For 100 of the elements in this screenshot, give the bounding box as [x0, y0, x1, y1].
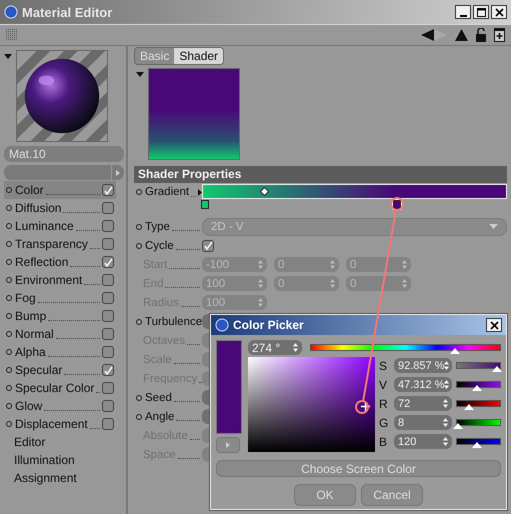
menu-arrow-icon[interactable] [4, 54, 12, 59]
number-field[interactable]: 8 [394, 415, 452, 430]
channel-label[interactable]: Transparency [15, 237, 88, 251]
window-title: Material Editor [22, 4, 114, 20]
close-button[interactable] [486, 318, 502, 332]
spinner-arrows-icon[interactable] [444, 361, 450, 370]
channel-label[interactable]: Bump [15, 309, 46, 323]
new-window-icon[interactable] [494, 28, 505, 42]
channel-label[interactable]: Displacement [15, 417, 88, 431]
checkbox[interactable] [102, 310, 114, 322]
dialog-title: Color Picker [233, 318, 305, 332]
bullet-icon [136, 224, 142, 230]
maximize-button[interactable] [473, 5, 489, 19]
channel-label[interactable]: Environment [15, 273, 82, 287]
spinner-arrows-icon[interactable] [444, 380, 450, 389]
color-knot[interactable] [393, 200, 402, 209]
section-header: Shader Properties [134, 166, 507, 183]
channel-label[interactable]: Alpha [15, 345, 46, 359]
bullet-icon [6, 367, 12, 373]
tab[interactable]: Basic [135, 48, 174, 64]
arrow-icon [116, 170, 120, 176]
close-button[interactable] [491, 5, 507, 19]
param-label: Turbulence [145, 316, 202, 328]
checkbox[interactable] [102, 220, 114, 232]
channel-slider[interactable] [456, 400, 501, 407]
dialog-button[interactable]: OK [294, 484, 356, 506]
channel-slider[interactable] [456, 381, 501, 388]
spinner-arrows-icon[interactable] [293, 343, 298, 352]
slider-thumb[interactable] [464, 404, 474, 410]
checkbox[interactable] [102, 328, 114, 340]
channel-label[interactable]: Luminance [15, 219, 74, 233]
checkbox[interactable] [102, 202, 114, 214]
bullet-icon [6, 331, 12, 337]
bullet-icon [136, 414, 142, 420]
channel-slider[interactable] [456, 419, 501, 426]
bullet-icon [6, 295, 12, 301]
dialog-button[interactable]: Cancel [361, 484, 423, 506]
crosshair-icon[interactable] [361, 402, 370, 412]
tab[interactable]: Shader [174, 48, 224, 64]
slider-thumb[interactable] [453, 423, 464, 429]
number-field[interactable]: 92.857 % [394, 358, 452, 373]
checkbox[interactable] [102, 274, 114, 286]
bullet-icon [6, 277, 12, 283]
channel-label[interactable]: Specular [15, 363, 62, 377]
checkbox[interactable] [102, 364, 114, 376]
checkbox[interactable] [102, 292, 114, 304]
number-field[interactable]: 72 [394, 396, 452, 411]
bullet-icon [6, 223, 12, 229]
caret-icon [489, 224, 498, 229]
checkbox[interactable] [102, 400, 114, 412]
slider-thumb[interactable] [472, 442, 482, 448]
checkbox[interactable] [102, 382, 114, 394]
back-arrow-icon[interactable] [421, 29, 434, 41]
material-name-field[interactable]: Mat.10 [4, 146, 124, 162]
param-label: Cycle [145, 240, 174, 252]
checkbox[interactable] [102, 256, 114, 268]
spinner-arrows-icon[interactable] [443, 437, 448, 446]
spinner-arrows-icon[interactable] [443, 418, 448, 427]
saturation-value-square[interactable] [248, 357, 375, 452]
param-label: Angle [145, 410, 174, 422]
channel-label[interactable]: Reflection [15, 255, 68, 269]
number-field[interactable]: 47.312 % [394, 377, 452, 392]
spinner-arrows-icon[interactable] [443, 399, 448, 408]
padlock-icon[interactable] [476, 28, 486, 42]
checkbox[interactable] [102, 418, 114, 430]
channel-label[interactable]: Editor [14, 435, 46, 449]
channel-label[interactable]: Diffusion [15, 201, 62, 215]
channel-label[interactable]: Specular Color [15, 381, 94, 395]
checkbox[interactable] [202, 240, 214, 252]
checkbox[interactable] [102, 184, 114, 196]
channel-label[interactable]: Fog [15, 291, 36, 305]
channel-label[interactable]: Illumination [14, 453, 75, 467]
arrow-icon [226, 442, 230, 448]
number-field[interactable]: 120 [394, 434, 452, 449]
hue-slider[interactable] [310, 344, 501, 351]
gradient-bar[interactable] [202, 184, 507, 199]
dropdown-value: 2D - V [211, 220, 244, 232]
channel-label: S [379, 358, 388, 372]
bullet-icon [136, 394, 142, 400]
slider-thumb[interactable] [492, 366, 502, 372]
hue-field[interactable]: 274 ° [248, 340, 302, 355]
channel-slider[interactable] [456, 438, 501, 445]
color-knot[interactable] [201, 200, 209, 209]
expand-button[interactable] [216, 437, 240, 453]
choose-screen-color-button[interactable]: Choose Screen Color [216, 460, 501, 477]
slider-thumb[interactable] [472, 385, 482, 391]
channel-label[interactable]: Normal [15, 327, 54, 341]
grip-icon[interactable] [6, 29, 18, 41]
checkbox[interactable] [102, 238, 114, 250]
minimize-button[interactable] [455, 5, 471, 19]
up-arrow-icon[interactable] [455, 29, 468, 41]
expand-arrow-icon[interactable] [198, 188, 202, 196]
midpoint-handle[interactable] [260, 187, 269, 196]
channel-slider[interactable] [456, 362, 501, 369]
bullet-icon [6, 205, 12, 211]
channel-label[interactable]: Assignment [14, 471, 77, 485]
checkbox[interactable] [102, 346, 114, 358]
maximize-icon [476, 8, 486, 16]
close-icon [490, 320, 498, 330]
channel-label[interactable]: Glow [15, 399, 42, 413]
